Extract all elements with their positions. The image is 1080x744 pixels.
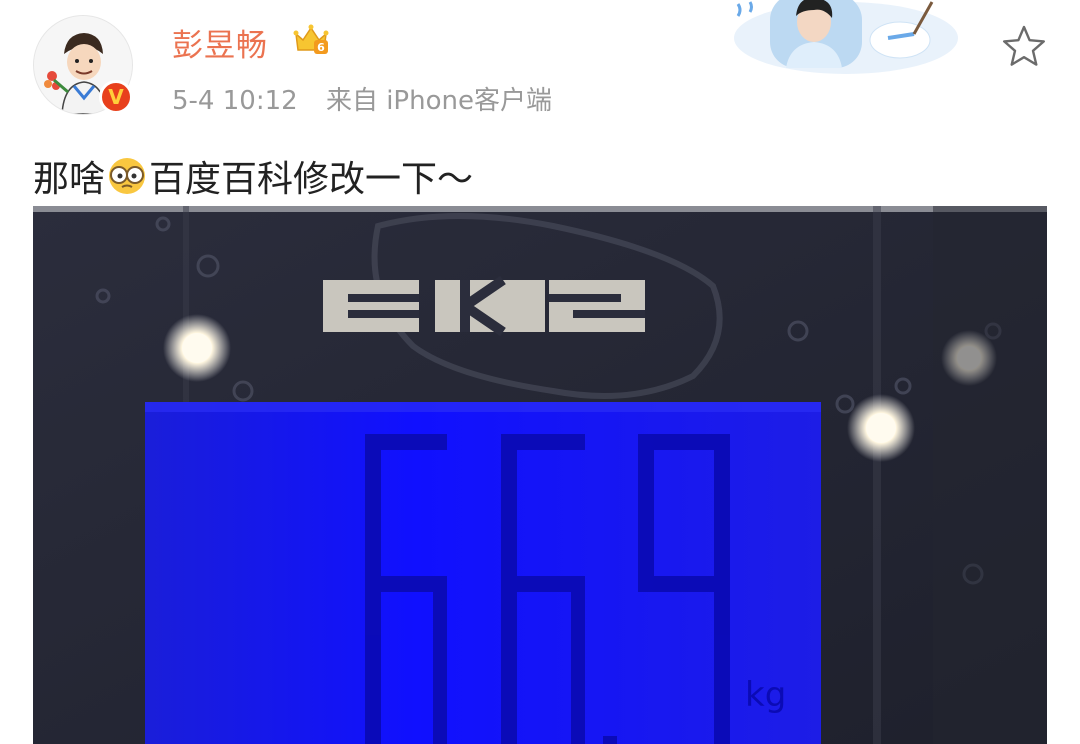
post-source[interactable]: 来自 iPhone客户端 — [326, 86, 552, 116]
post-text: 那啥 百度百科修改一下～ — [33, 150, 473, 202]
author-name[interactable]: 彭昱畅 — [172, 20, 268, 65]
verified-badge: V — [99, 80, 133, 114]
post-image[interactable]: kg — [33, 206, 1047, 744]
post-meta: 5-4 10:12 来自 iPhone客户端 — [172, 80, 572, 117]
favorite-star-icon[interactable] — [1001, 24, 1047, 68]
card-decoration — [728, 0, 964, 80]
crown-level: 6 — [317, 41, 325, 54]
brand-logo — [323, 275, 645, 337]
crown-icon[interactable]: 6 — [293, 22, 329, 56]
scale-unit: kg — [745, 675, 786, 715]
post-text-part1: 那啥 — [33, 159, 106, 200]
post-text-part2: 百度百科修改一下～ — [149, 159, 474, 200]
glasses-emoji-icon — [107, 156, 147, 196]
post-time: 5-4 10:12 — [172, 86, 298, 116]
